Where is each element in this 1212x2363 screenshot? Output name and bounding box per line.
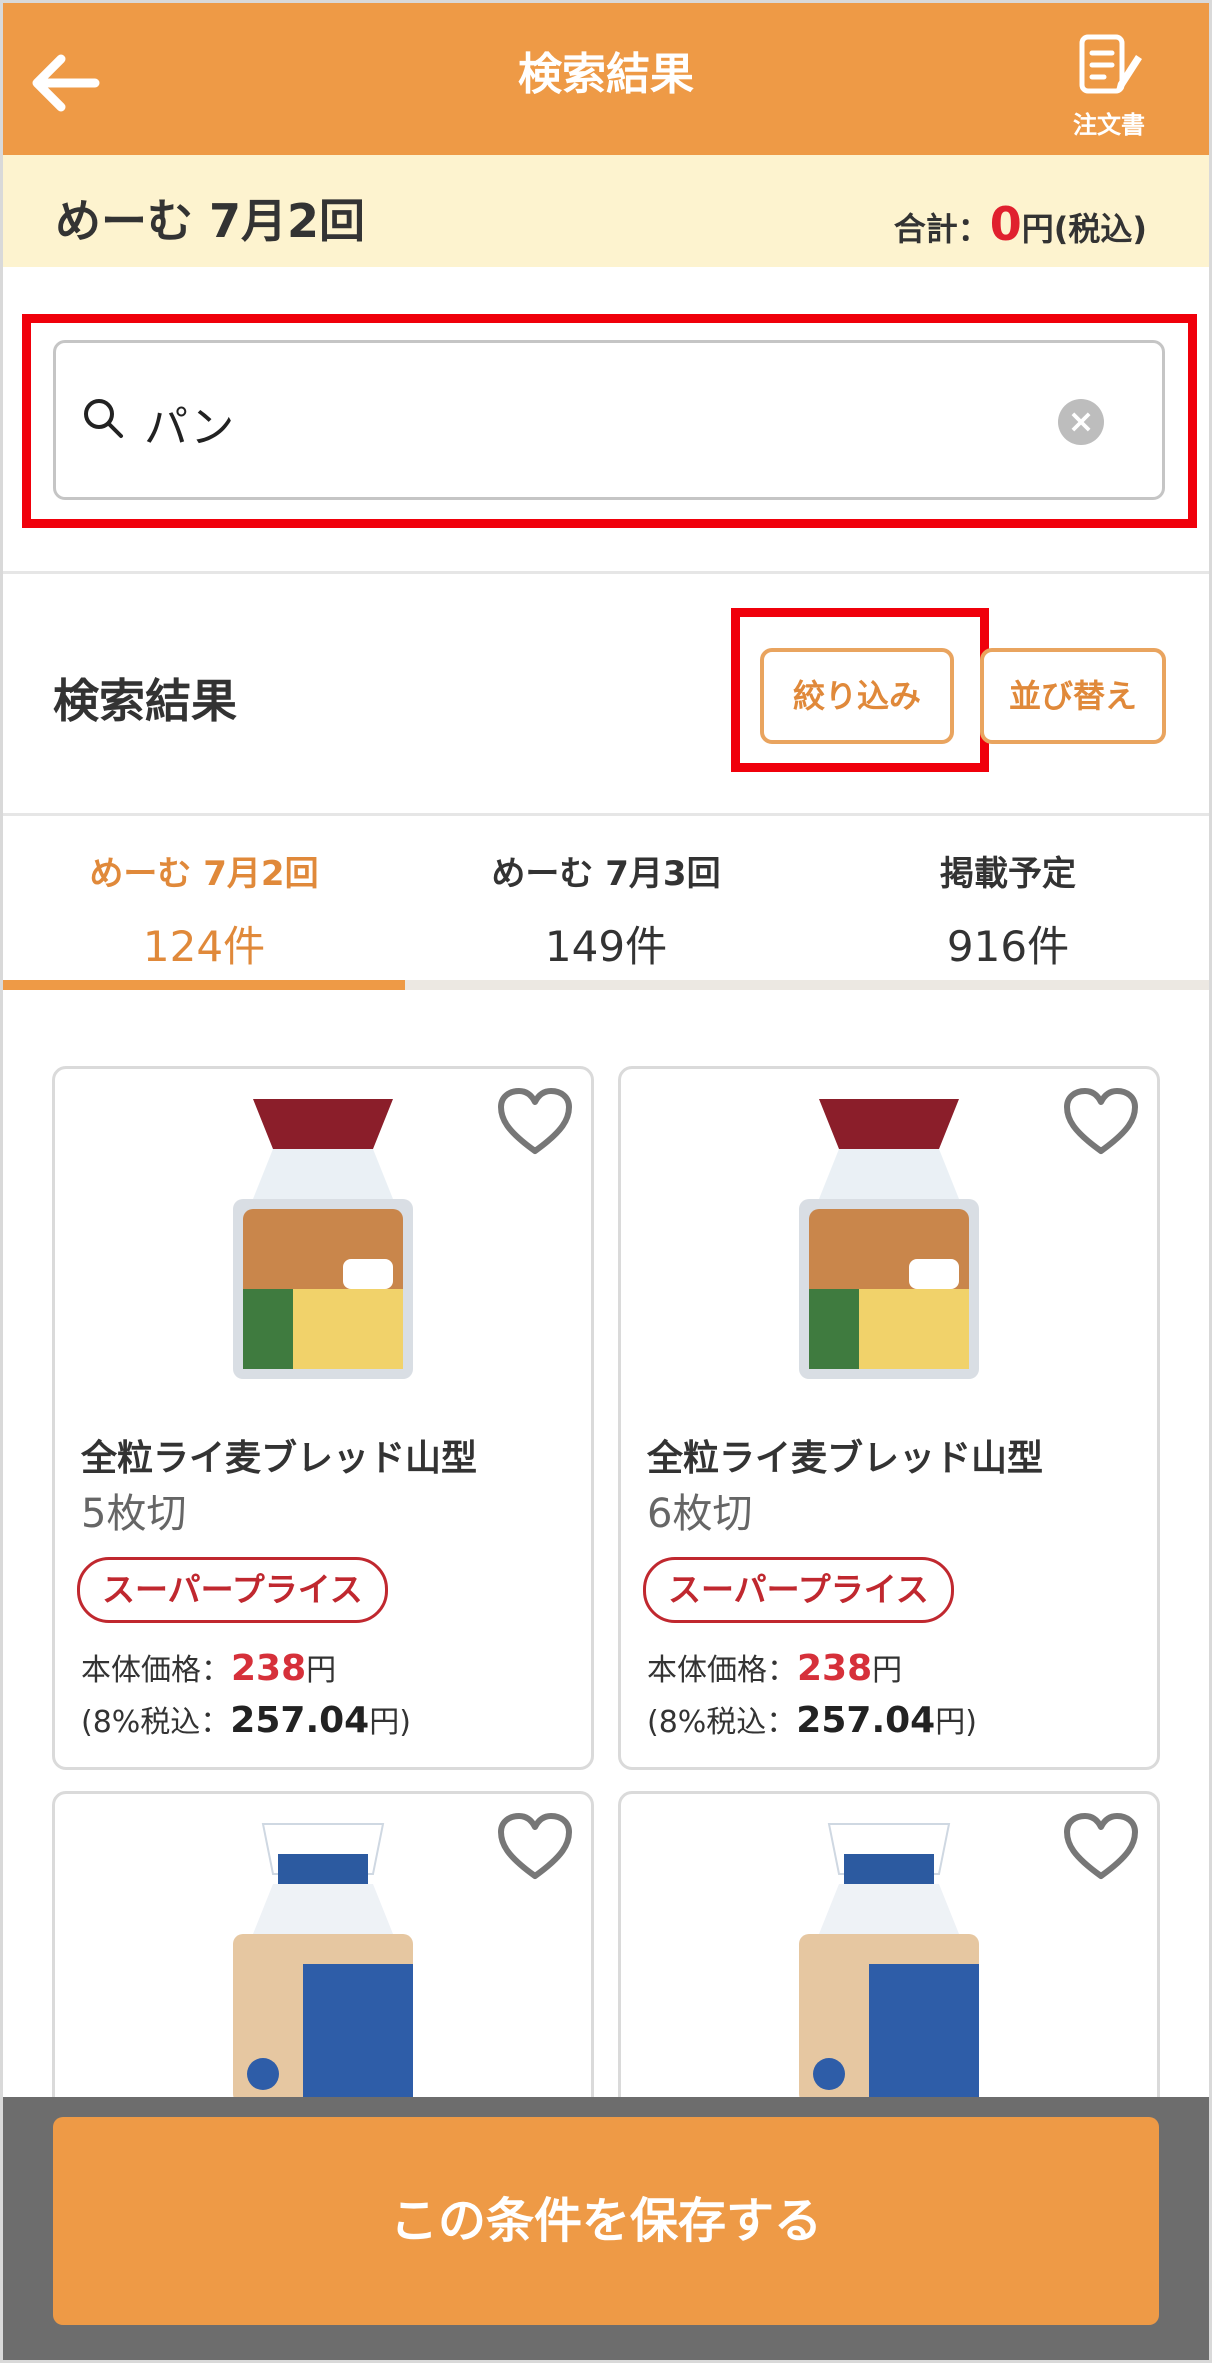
tax-value: 257.04 xyxy=(230,1700,370,1741)
divider xyxy=(3,813,1209,816)
product-name: 全粒ライ麦ブレッド山型 xyxy=(81,1438,478,1479)
tab-active-indicator xyxy=(3,980,405,990)
tab-count: 916件 xyxy=(946,922,1070,971)
product-variant: 5枚切 xyxy=(81,1491,187,1537)
super-price-badge: スーパープライス xyxy=(643,1557,954,1623)
bread-product-image xyxy=(233,1823,413,2104)
product-name: 全粒ライ麦ブレッド山型 xyxy=(647,1438,1044,1479)
sort-button[interactable]: 並び替え xyxy=(980,648,1166,744)
delivery-name: めーむ 7月2回 xyxy=(55,194,366,248)
total-suffix: 円(税込) xyxy=(1021,210,1147,248)
header-title: 検索結果 xyxy=(518,49,694,100)
tab-count: 124件 xyxy=(142,922,266,971)
tab-label: めーむ 7月3回 xyxy=(491,854,721,894)
tab-count: 149件 xyxy=(544,922,668,971)
bottom-action-bar: この条件を保存する xyxy=(3,2097,1209,2360)
search-input[interactable]: パン × xyxy=(53,340,1165,500)
bread-product-image xyxy=(233,1099,413,1379)
results-title: 検索結果 xyxy=(53,674,237,728)
tab-upcoming[interactable]: 掲載予定 916件 xyxy=(807,846,1209,974)
heart-icon[interactable] xyxy=(1063,1087,1139,1157)
tab-label: 掲載予定 xyxy=(940,854,1076,894)
close-icon: × xyxy=(1067,402,1095,440)
order-form-button[interactable]: 注文書 xyxy=(1059,33,1159,153)
tax-value: 257.04 xyxy=(796,1700,936,1741)
order-form-icon xyxy=(1079,34,1142,94)
tax-suffix: 円) xyxy=(369,1705,411,1740)
filter-button[interactable]: 絞り込み xyxy=(760,648,954,744)
base-price: 本体価格：238円 xyxy=(81,1645,336,1689)
tax-prefix: (8%税込： xyxy=(81,1705,231,1740)
tab-delivery-2[interactable]: めーむ 7月3回 149件 xyxy=(405,846,807,974)
total-label: 合計： xyxy=(893,210,990,248)
clear-search-button[interactable]: × xyxy=(1058,399,1104,445)
divider xyxy=(3,571,1209,574)
bread-product-image xyxy=(799,1823,979,2104)
search-query: パン xyxy=(144,402,235,453)
total-value: 0 xyxy=(989,197,1022,251)
tax-suffix: 円) xyxy=(935,1705,977,1740)
heart-icon[interactable] xyxy=(497,1087,573,1157)
heart-icon[interactable] xyxy=(497,1812,573,1882)
price-value: 238 xyxy=(797,1648,873,1689)
price-unit: 円 xyxy=(306,1653,337,1688)
save-conditions-button[interactable]: この条件を保存する xyxy=(53,2117,1159,2325)
product-card[interactable]: 全粒ライ麦ブレッド山型 6枚切 スーパープライス 本体価格：238円 (8%税込… xyxy=(618,1066,1160,1770)
search-icon xyxy=(84,399,123,438)
tax-price: (8%税込：257.04円) xyxy=(647,1697,977,1741)
price-label: 本体価格： xyxy=(647,1653,797,1688)
price-unit: 円 xyxy=(872,1653,903,1688)
product-card[interactable]: 全粒ライ麦ブレッド山型 5枚切 スーパープライス 本体価格：238円 (8%税込… xyxy=(52,1066,594,1770)
product-variant: 6枚切 xyxy=(647,1491,753,1537)
tax-prefix: (8%税込： xyxy=(647,1705,797,1740)
order-total: 合計：0円(税込) xyxy=(894,197,1147,251)
bread-product-image xyxy=(799,1099,979,1379)
tab-delivery-1[interactable]: めーむ 7月2回 124件 xyxy=(3,846,405,974)
tax-price: (8%税込：257.04円) xyxy=(81,1697,411,1741)
base-price: 本体価格：238円 xyxy=(647,1645,902,1689)
price-value: 238 xyxy=(231,1648,307,1689)
order-summary-bar: めーむ 7月2回 合計：0円(税込) xyxy=(3,155,1209,267)
order-form-label: 注文書 xyxy=(1073,111,1145,139)
super-price-badge: スーパープライス xyxy=(77,1557,388,1623)
tab-label: めーむ 7月2回 xyxy=(89,854,319,894)
app-header: 検索結果 注文書 xyxy=(3,3,1209,155)
heart-icon[interactable] xyxy=(1063,1812,1139,1882)
price-label: 本体価格： xyxy=(81,1653,231,1688)
